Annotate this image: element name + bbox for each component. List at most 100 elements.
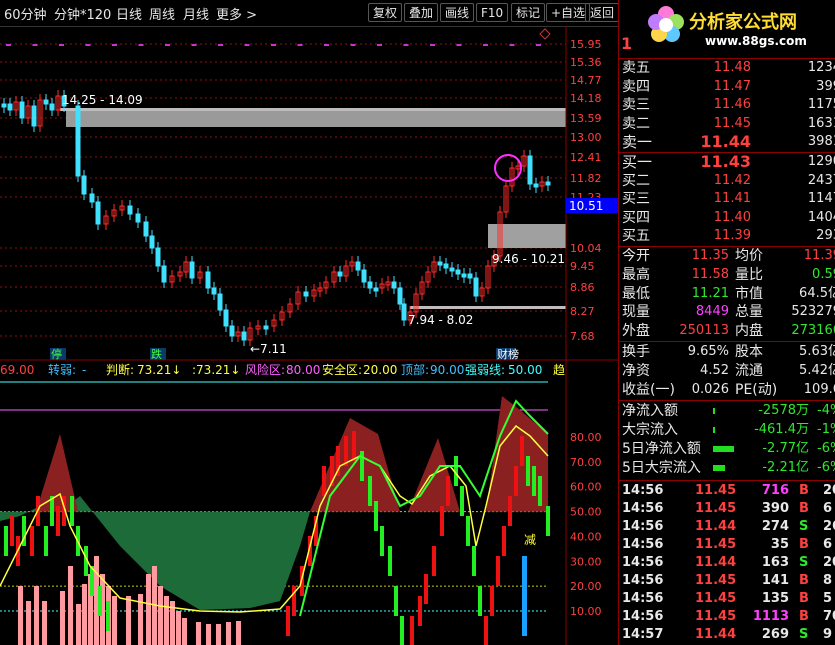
indicator-step-bar bbox=[380, 526, 384, 556]
tick-price: 11.44 bbox=[695, 519, 737, 534]
ind-weak-label: 转弱: bbox=[48, 362, 76, 377]
volume-bar bbox=[176, 611, 181, 645]
bid-price: 11.42 bbox=[713, 172, 751, 188]
indicator-tick-label: 40.00 bbox=[570, 530, 602, 543]
stat-label: 最低 bbox=[622, 285, 650, 302]
bid-label: 买一 bbox=[622, 153, 653, 171]
tick-side: B bbox=[799, 483, 809, 498]
period-more[interactable]: 更多 > bbox=[216, 4, 257, 23]
price-tick-label: 15.95 bbox=[570, 38, 602, 51]
ask-label: 卖二 bbox=[622, 115, 650, 132]
ind-top-value: 90.00 bbox=[430, 363, 464, 377]
volume-bar bbox=[226, 622, 231, 645]
volume-bar bbox=[82, 584, 87, 645]
tick-price: 11.44 bbox=[695, 627, 737, 642]
marker-dash bbox=[112, 44, 117, 46]
marker-dash bbox=[191, 44, 197, 46]
resistance-line-high bbox=[60, 108, 566, 111]
candle-body bbox=[211, 287, 217, 295]
price-tick-label: 9.45 bbox=[570, 260, 595, 273]
tick-volume: 274 bbox=[761, 519, 789, 534]
marker-dash bbox=[6, 44, 11, 46]
ask-label: 卖一 bbox=[622, 133, 653, 152]
finance-value: 0.026 bbox=[691, 382, 729, 397]
candle-body bbox=[303, 291, 309, 297]
indicator-step-bar bbox=[526, 456, 530, 486]
mark-button[interactable]: 标记 bbox=[511, 3, 546, 22]
tick-time: 14:56 bbox=[622, 537, 664, 552]
flow-bar bbox=[713, 465, 725, 471]
flag-report[interactable]: 财榜 bbox=[497, 347, 519, 361]
volume-bar bbox=[158, 586, 163, 645]
period-week[interactable]: 周线 bbox=[149, 4, 175, 23]
tick-price: 11.45 bbox=[695, 483, 737, 498]
candle-body bbox=[189, 261, 195, 279]
finance-label: 收益(一) bbox=[622, 382, 675, 398]
separator bbox=[619, 400, 835, 401]
overlay-button[interactable]: 叠加 bbox=[404, 3, 439, 22]
period-month[interactable]: 月线 bbox=[183, 4, 209, 23]
candle-body bbox=[337, 271, 343, 277]
tick-time: 14:56 bbox=[622, 483, 664, 498]
flower-logo-icon bbox=[645, 4, 687, 46]
tick-side: B bbox=[799, 591, 809, 606]
ask-price: 11.47 bbox=[713, 78, 751, 94]
indicator-step-bar bbox=[418, 596, 422, 626]
finance-value: 5.42亿 bbox=[799, 363, 835, 378]
candle-body bbox=[361, 269, 367, 283]
bid-volume: 1290 bbox=[807, 154, 835, 169]
chart-area[interactable]: 14.25 - 14.09 9.46 - 10.21 7.94 - 8.02 ←… bbox=[0, 26, 618, 645]
price-tick-label: 14.77 bbox=[570, 74, 602, 87]
period-60min[interactable]: 60分钟 bbox=[4, 4, 47, 23]
tick-extra: 6 bbox=[823, 501, 833, 516]
finance-value: 109.6 bbox=[803, 382, 835, 397]
ask-volume: 1631 bbox=[807, 115, 835, 131]
period-min120[interactable]: 分钟*120 bbox=[54, 4, 111, 23]
back-button[interactable]: 返回 bbox=[585, 3, 620, 22]
candle-body bbox=[355, 261, 361, 271]
stat-value: 64.5亿 bbox=[799, 285, 835, 301]
candle-body bbox=[397, 287, 403, 305]
ask-volume: 399 bbox=[816, 78, 835, 94]
marker-dash bbox=[456, 44, 462, 46]
price-tick-label: 14.18 bbox=[570, 92, 602, 105]
volume-bar bbox=[196, 622, 201, 645]
ind-judge-value: 73.21↓ bbox=[137, 363, 181, 377]
candle-body bbox=[155, 247, 161, 267]
add-watch-button[interactable]: +自选 bbox=[546, 3, 591, 22]
flow-value: -461.4万 bbox=[754, 422, 809, 437]
tick-extra: 26 bbox=[823, 519, 835, 534]
indicator-step-bar bbox=[400, 616, 404, 645]
flag-fall[interactable]: 跌 bbox=[151, 347, 162, 361]
indicator-step-bar bbox=[466, 516, 470, 546]
candle-body bbox=[81, 175, 87, 195]
indicator-tick-label: 80.00 bbox=[570, 431, 602, 444]
price-tick-label: 8.86 bbox=[570, 281, 595, 294]
stat-label: 内盘 bbox=[735, 323, 763, 340]
adjust-button[interactable]: 复权 bbox=[368, 3, 403, 22]
tick-time: 14:56 bbox=[622, 501, 664, 516]
tick-extra: 20 bbox=[823, 555, 835, 570]
candle-body bbox=[391, 281, 397, 289]
volume-bar bbox=[164, 596, 169, 645]
flag-stop[interactable]: 停 bbox=[51, 347, 62, 361]
ind-top-label: 顶部: bbox=[401, 362, 429, 377]
price-tick-label: 13.00 bbox=[570, 131, 602, 144]
candle-body bbox=[373, 287, 379, 292]
candle-body bbox=[545, 181, 551, 186]
indicator-y-axis: 80.00 70.00 60.00 50.00 40.00 30.00 20.00 10.00 bbox=[570, 431, 602, 618]
candle-body bbox=[89, 193, 95, 203]
tick-extra: 70 bbox=[823, 609, 835, 624]
draw-button[interactable]: 画线 bbox=[440, 3, 475, 22]
ind-strength-value: 50.00 bbox=[508, 363, 542, 377]
f10-button[interactable]: F10 bbox=[476, 3, 509, 22]
marker-dash bbox=[138, 44, 144, 46]
tick-side: B bbox=[799, 537, 809, 552]
indicator-tick-label: 70.00 bbox=[570, 456, 602, 469]
indicator-tick-label: 10.00 bbox=[570, 605, 602, 618]
range-label-high: 14.25 - 14.09 bbox=[62, 93, 143, 107]
separator bbox=[619, 480, 835, 481]
tick-extra: 20 bbox=[823, 483, 835, 498]
finance-label: 股本 bbox=[735, 344, 763, 360]
period-day[interactable]: 日线 bbox=[116, 4, 142, 23]
